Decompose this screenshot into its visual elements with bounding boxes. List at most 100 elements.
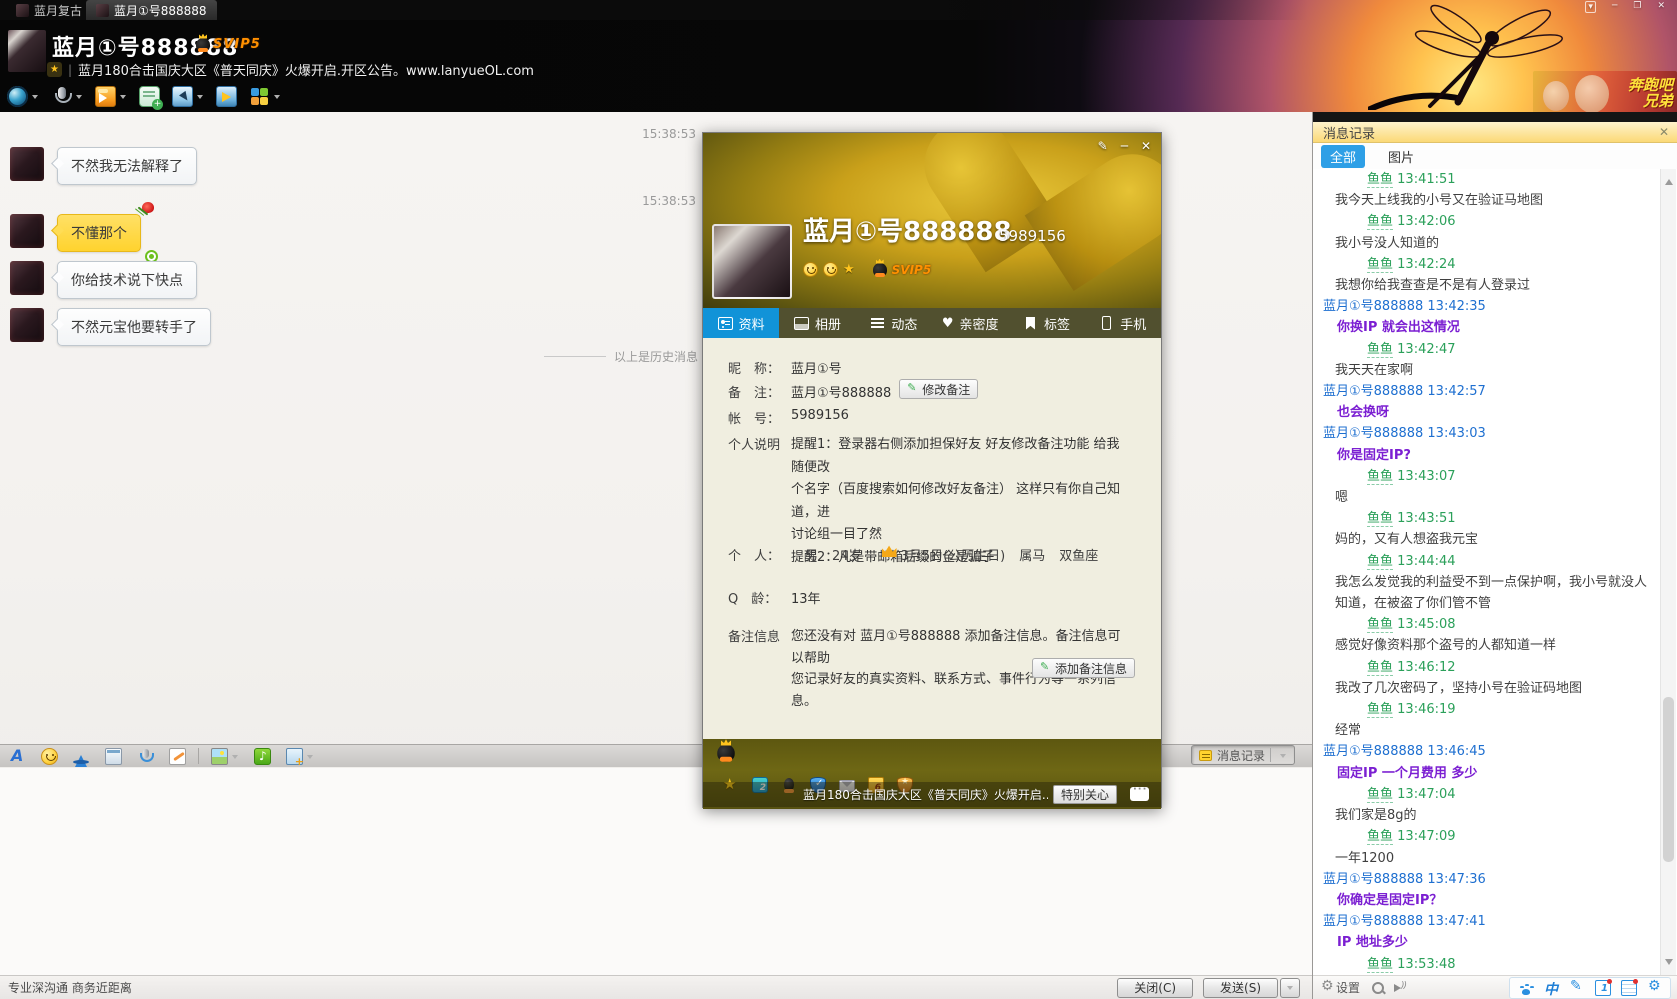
font-button[interactable] — [6, 746, 29, 767]
sound-button[interactable] — [1389, 978, 1411, 998]
sender-name[interactable]: 鱼鱼 — [1367, 829, 1393, 845]
close-button[interactable]: 关闭(C) — [1117, 978, 1193, 998]
music-button[interactable] — [251, 746, 274, 767]
nickname-row: 昵 称： 蓝月①号 — [728, 358, 842, 377]
scrollbar[interactable] — [1660, 169, 1676, 975]
emoticon-icon[interactable] — [823, 262, 838, 277]
apps-button[interactable] — [246, 84, 284, 109]
message-bubble[interactable]: 你给技术说下快点 — [57, 261, 197, 299]
rose-flower-icon — [135, 202, 155, 224]
message-bubble[interactable]: 不然我无法解释了 — [57, 147, 197, 185]
send-button[interactable]: 发送(S) — [1203, 978, 1278, 998]
sender-name[interactable]: 蓝月①号888888 — [1323, 384, 1423, 399]
tab-intimacy[interactable]: ♥亲密度 — [932, 308, 1008, 338]
svip-badge[interactable]: SVIP5 — [196, 37, 261, 52]
contact-avatar[interactable] — [8, 30, 46, 72]
avatar[interactable] — [10, 261, 44, 295]
log-message-text: 我们家是8g的 — [1315, 805, 1659, 826]
file-transfer-button[interactable] — [92, 84, 130, 109]
add-note-button[interactable]: 添加备注信息 — [1032, 658, 1135, 678]
send-message-icon[interactable] — [1130, 787, 1149, 801]
remote-desktop-button[interactable] — [169, 84, 207, 109]
sender-name[interactable]: 鱼鱼 — [1367, 214, 1393, 230]
tab-profile[interactable]: 资料 — [703, 308, 779, 338]
calendar-button[interactable] — [1592, 978, 1614, 998]
settings-button[interactable]: 设置 — [1317, 977, 1367, 998]
avatar[interactable] — [10, 214, 44, 248]
search-button[interactable] — [1367, 978, 1389, 998]
announcement-text[interactable]: 蓝月180合击国庆大区《普天同庆》火爆开启.开区公告。www.lanyueOL.… — [78, 60, 534, 79]
sender-name[interactable]: 鱼鱼 — [1367, 172, 1393, 188]
close-icon[interactable]: ✕ — [1657, 1, 1665, 13]
message-time: 13:42:06 — [1393, 214, 1456, 229]
emoticon-button[interactable] — [38, 746, 61, 767]
screen-capture-button[interactable] — [283, 746, 317, 767]
voice-icon — [137, 748, 154, 765]
edit-remark-button[interactable]: 修改备注 — [899, 379, 978, 399]
special-care-button[interactable]: 特别关心 — [1053, 785, 1117, 804]
sender-name[interactable]: 鱼鱼 — [1367, 554, 1393, 570]
group-chat-button[interactable] — [136, 84, 163, 109]
sender-name[interactable]: 蓝月①号888888 — [1323, 299, 1423, 314]
voice-button[interactable] — [134, 746, 157, 767]
tab-tags[interactable]: 标签 — [1008, 308, 1084, 338]
window-tab-lanyuefugu[interactable]: 蓝月复古 — [6, 0, 92, 20]
doodle-button[interactable] — [166, 746, 189, 767]
pencil-button[interactable] — [1566, 978, 1588, 998]
magic-expression-button[interactable] — [70, 746, 93, 767]
tab-albums[interactable]: 相册 — [779, 308, 855, 338]
close-icon[interactable]: ✕ — [1141, 139, 1151, 153]
log-message-text: 你换IP 就会出这情况 — [1315, 317, 1659, 338]
sender-name[interactable]: 鱼鱼 — [1367, 702, 1393, 718]
sender-name[interactable]: 蓝月①号888888 — [1323, 426, 1423, 441]
sender-name[interactable]: 鱼鱼 — [1367, 469, 1393, 485]
sender-name[interactable]: 鱼鱼 — [1367, 511, 1393, 527]
webcam-button[interactable] — [4, 84, 42, 109]
window-nudge-button[interactable] — [102, 746, 125, 767]
sender-name[interactable]: 蓝月①号888888 — [1323, 744, 1423, 759]
chinese-input-button[interactable] — [1540, 978, 1562, 998]
paw-button[interactable] — [1514, 978, 1536, 998]
screen-share-button[interactable] — [213, 84, 240, 109]
window-tab-lanyue1hao[interactable]: 蓝月①号888888 — [86, 0, 217, 20]
theme-pen-icon[interactable]: ✎ — [1098, 139, 1108, 153]
ad-banner[interactable]: 奔跑吧 兄弟 — [1533, 71, 1677, 112]
message-bubble[interactable]: 不懂那个 — [57, 214, 141, 252]
settings-button[interactable] — [1644, 978, 1666, 998]
emoticon-icon[interactable] — [803, 262, 818, 277]
sender-name[interactable]: 鱼鱼 — [1367, 660, 1393, 676]
minimize-icon[interactable]: ─ — [1612, 1, 1617, 13]
avatar[interactable] — [10, 147, 44, 181]
profile-avatar[interactable] — [712, 224, 792, 299]
send-options-button[interactable] — [1280, 978, 1300, 998]
avatar[interactable] — [10, 308, 44, 342]
tab-feeds[interactable]: 动态 — [856, 308, 932, 338]
skin-menu-icon[interactable]: ▾ — [1585, 1, 1596, 13]
message-bubble[interactable]: 不然元宝他要转手了 — [57, 308, 211, 346]
chat-message-row: 不然我无法解释了 — [10, 147, 698, 185]
microphone-button[interactable] — [48, 84, 86, 109]
sender-name[interactable]: 鱼鱼 — [1367, 787, 1393, 803]
account-value: 5989156 — [791, 408, 849, 427]
tab-phone[interactable]: 手机 — [1085, 308, 1161, 338]
svip-penguin-icon[interactable] — [717, 744, 735, 762]
scroll-up-icon[interactable] — [1665, 175, 1673, 185]
log-sender-line: 鱼鱼 13:53:48 — [1315, 954, 1659, 975]
sender-name[interactable]: 鱼鱼 — [1367, 257, 1393, 273]
sender-name[interactable]: 鱼鱼 — [1367, 957, 1393, 973]
tab-images[interactable]: 图片 — [1379, 145, 1423, 168]
minimize-icon[interactable]: ─ — [1121, 139, 1128, 153]
sender-name[interactable]: 鱼鱼 — [1367, 342, 1393, 358]
tab-all[interactable]: 全部 — [1321, 145, 1365, 168]
image-button[interactable] — [208, 746, 242, 767]
close-icon[interactable]: ✕ — [1659, 125, 1669, 139]
message-record-toggle-button[interactable]: 消息记录 — [1191, 745, 1295, 765]
notes-button[interactable] — [1618, 978, 1640, 998]
sender-name[interactable]: 鱼鱼 — [1367, 617, 1393, 633]
sender-name[interactable]: 蓝月①号888888 — [1323, 872, 1423, 887]
scrollbar-thumb[interactable] — [1663, 697, 1674, 862]
maximize-icon[interactable]: ❐ — [1633, 1, 1641, 13]
scroll-down-icon[interactable] — [1665, 959, 1673, 969]
add-note-row: 添加备注信息 — [1032, 661, 1135, 678]
sender-name[interactable]: 蓝月①号888888 — [1323, 914, 1423, 929]
